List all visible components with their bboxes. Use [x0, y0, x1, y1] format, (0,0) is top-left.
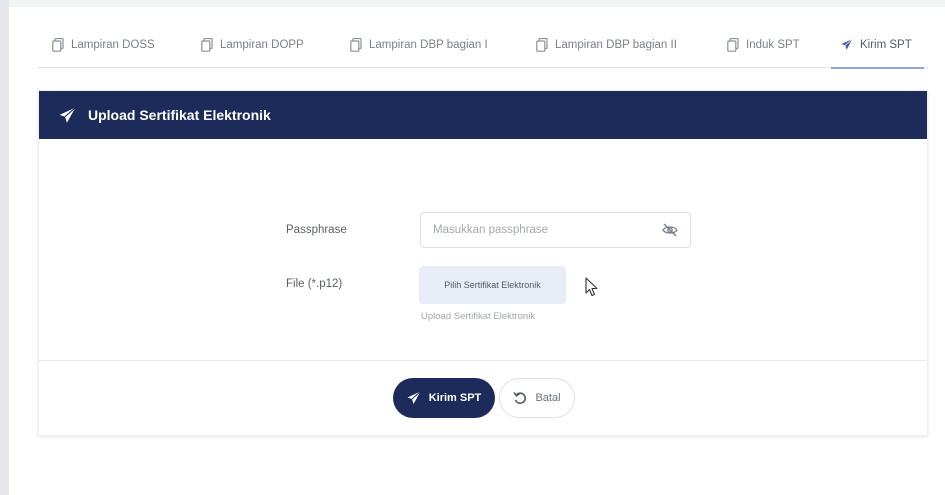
copy-icon [52, 37, 64, 52]
tab-label: Lampiran DOPP [220, 38, 304, 51]
copy-icon [350, 37, 362, 52]
tab-lampiran-dbp-bagian-ii[interactable]: Lampiran DBP bagian II [536, 22, 677, 67]
paper-plane-icon [407, 391, 421, 405]
undo-icon [513, 391, 527, 405]
tab-bar: Lampiran DOSS Lampiran DOPP Lampiran DBP… [38, 22, 928, 69]
panel-header: Upload Sertifikat Elektronik [39, 91, 927, 139]
tab-lampiran-doss[interactable]: Lampiran DOSS [52, 22, 155, 67]
tab-induk-spt[interactable]: Induk SPT [727, 22, 800, 67]
kirim-spt-button[interactable]: Kirim SPT [393, 378, 495, 418]
paper-plane-icon [59, 106, 76, 124]
top-strip [9, 0, 945, 7]
upload-certificate-panel: Upload Sertifikat Elektronik Passphrase … [38, 90, 928, 436]
tab-lampiran-dbp-bagian-i[interactable]: Lampiran DBP bagian I [350, 22, 488, 67]
tab-label: Lampiran DBP bagian I [369, 38, 488, 51]
panel-body: Passphrase File (*.p12) Pilih Sertifikat… [39, 139, 927, 361]
passphrase-label: Passphrase [286, 224, 347, 236]
batal-button[interactable]: Batal [499, 378, 575, 418]
copy-icon [201, 37, 213, 52]
choose-certificate-button[interactable]: Pilih Sertifikat Elektronik [419, 266, 566, 304]
kirim-spt-label: Kirim SPT [428, 392, 482, 404]
passphrase-input[interactable] [420, 212, 691, 248]
paper-plane-icon [841, 38, 853, 52]
file-hint: Upload Sertifikat Elektronik [421, 311, 536, 322]
file-label: File (*.p12) [286, 278, 343, 290]
copy-icon [536, 37, 548, 52]
tab-kirim-spt[interactable]: Kirim SPT [831, 22, 924, 69]
copy-icon [727, 37, 739, 52]
panel-title: Upload Sertifikat Elektronik [88, 107, 271, 123]
tab-label: Induk SPT [746, 38, 800, 51]
left-rail [0, 0, 9, 495]
tab-label: Lampiran DBP bagian II [555, 38, 677, 51]
tab-lampiran-dopp[interactable]: Lampiran DOPP [201, 22, 304, 67]
mouse-cursor-icon [585, 277, 599, 297]
batal-label: Batal [535, 392, 561, 404]
tab-label: Lampiran DOSS [71, 38, 155, 51]
panel-footer: Kirim SPT Batal [39, 361, 927, 437]
eye-slash-icon[interactable] [661, 221, 679, 239]
tab-label: Kirim SPT [860, 38, 912, 51]
